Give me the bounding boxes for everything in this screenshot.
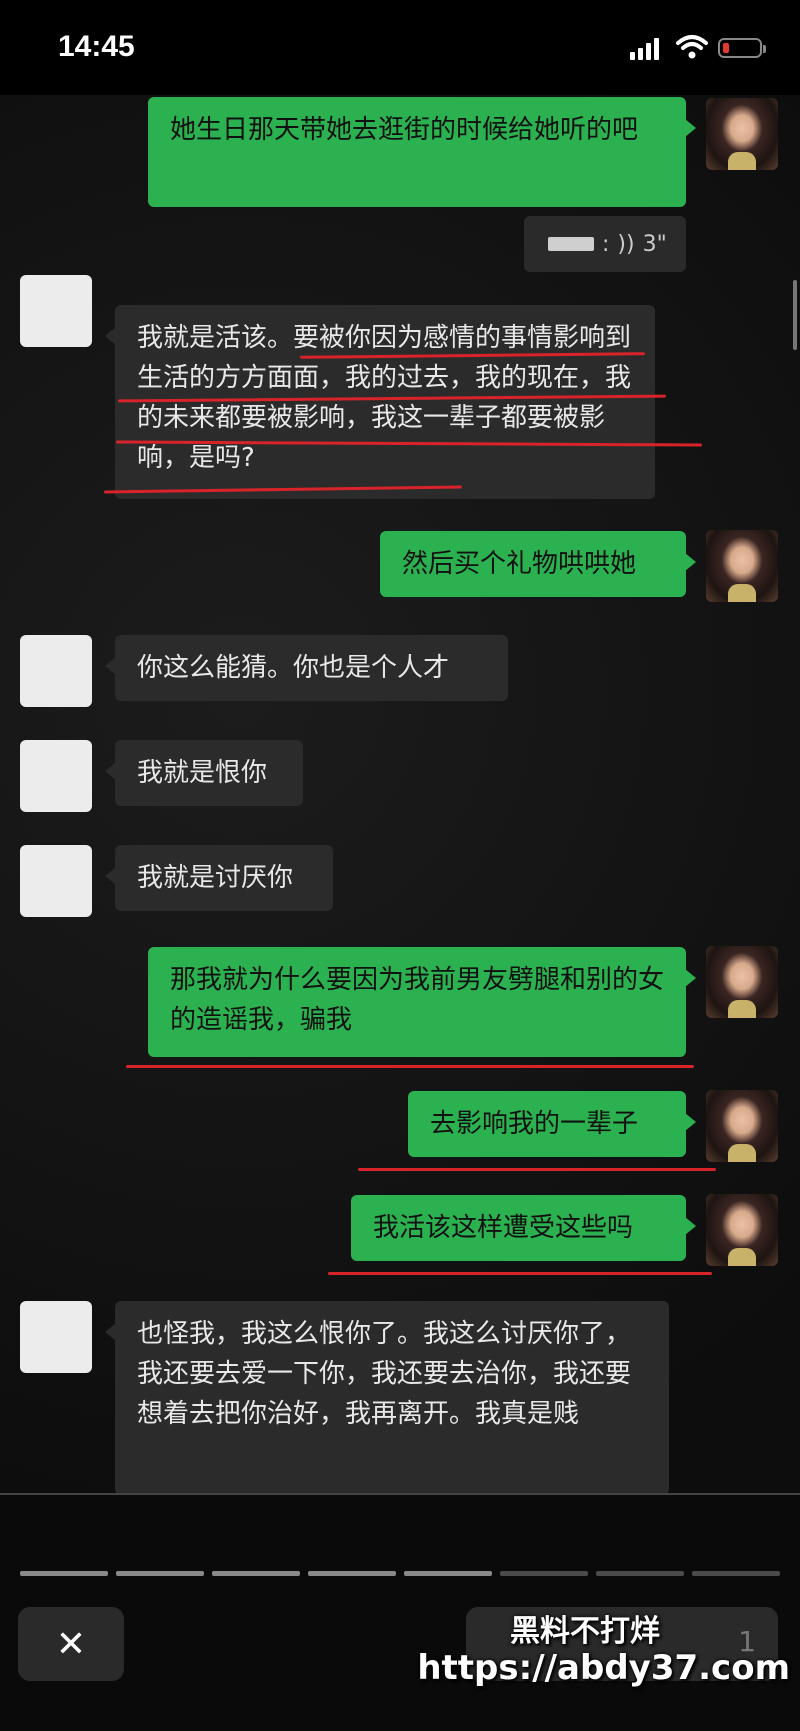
highlight-underline bbox=[126, 1065, 694, 1068]
sound-wave-icon: )) bbox=[617, 231, 635, 257]
contact-avatar[interactable] bbox=[20, 740, 92, 812]
watermark-text: 黑料不打烊 bbox=[510, 1614, 660, 1649]
message-bubble-received[interactable]: 你这么能猜。你也是个人才 bbox=[105, 635, 508, 701]
my-avatar[interactable] bbox=[706, 1194, 778, 1266]
watermark-url: https://abdy37.com bbox=[417, 1648, 790, 1688]
message-bubble-sent[interactable]: 那我就为什么要因为我前男友劈腿和别的女的造谣我，骗我 bbox=[148, 947, 696, 1057]
scrollbar[interactable] bbox=[793, 280, 797, 350]
story-progress bbox=[20, 1571, 780, 1576]
battery-icon bbox=[718, 38, 766, 58]
contact-avatar[interactable] bbox=[20, 845, 92, 917]
chat-area[interactable]: 她生日那天带她去逛街的时候给她听的吧 : )) 3" 我就是活该。要被你因为感情… bbox=[0, 95, 800, 1495]
message-bubble-sent[interactable]: 然后买个礼物哄哄她 bbox=[380, 531, 696, 597]
close-button[interactable]: ✕ bbox=[18, 1607, 124, 1681]
voice-colon-icon: : bbox=[602, 231, 610, 257]
cellular-signal-icon bbox=[630, 38, 659, 60]
message-bubble-received[interactable]: 也怪我，我这么恨你了。我这么讨厌你了，我还要去爱一下你，我还要去治你，我还要想着… bbox=[105, 1301, 669, 1495]
voice-transcript-placeholder bbox=[548, 237, 594, 251]
my-avatar[interactable] bbox=[706, 98, 778, 170]
story-controls: ✕ 1 bbox=[0, 1495, 800, 1731]
contact-avatar[interactable] bbox=[20, 1301, 92, 1373]
message-bubble-sent[interactable]: 去影响我的一辈子 bbox=[408, 1091, 696, 1157]
message-bubble-sent[interactable]: 我活该这样遭受这些吗 bbox=[351, 1195, 696, 1261]
highlight-underline bbox=[328, 1272, 712, 1275]
contact-avatar[interactable] bbox=[20, 275, 92, 347]
wifi-icon bbox=[676, 35, 708, 59]
my-avatar[interactable] bbox=[706, 530, 778, 602]
contact-avatar[interactable] bbox=[20, 635, 92, 707]
highlight-underline bbox=[358, 1168, 716, 1171]
my-avatar[interactable] bbox=[706, 946, 778, 1018]
message-bubble-sent[interactable]: 她生日那天带她去逛街的时候给她听的吧 bbox=[148, 97, 696, 207]
my-avatar[interactable] bbox=[706, 1090, 778, 1162]
message-bubble-received[interactable]: 我就是活该。要被你因为感情的事情影响到生活的方方面面，我的过去，我的现在，我的未… bbox=[105, 305, 655, 499]
voice-duration: 3" bbox=[642, 231, 667, 257]
message-bubble-received[interactable]: 我就是恨你 bbox=[105, 740, 303, 806]
voice-message[interactable]: : )) 3" bbox=[524, 216, 686, 272]
status-bar: 14:45 bbox=[0, 0, 800, 95]
status-time: 14:45 bbox=[58, 30, 135, 63]
close-icon: ✕ bbox=[55, 1623, 87, 1665]
message-bubble-received[interactable]: 我就是讨厌你 bbox=[105, 845, 333, 911]
